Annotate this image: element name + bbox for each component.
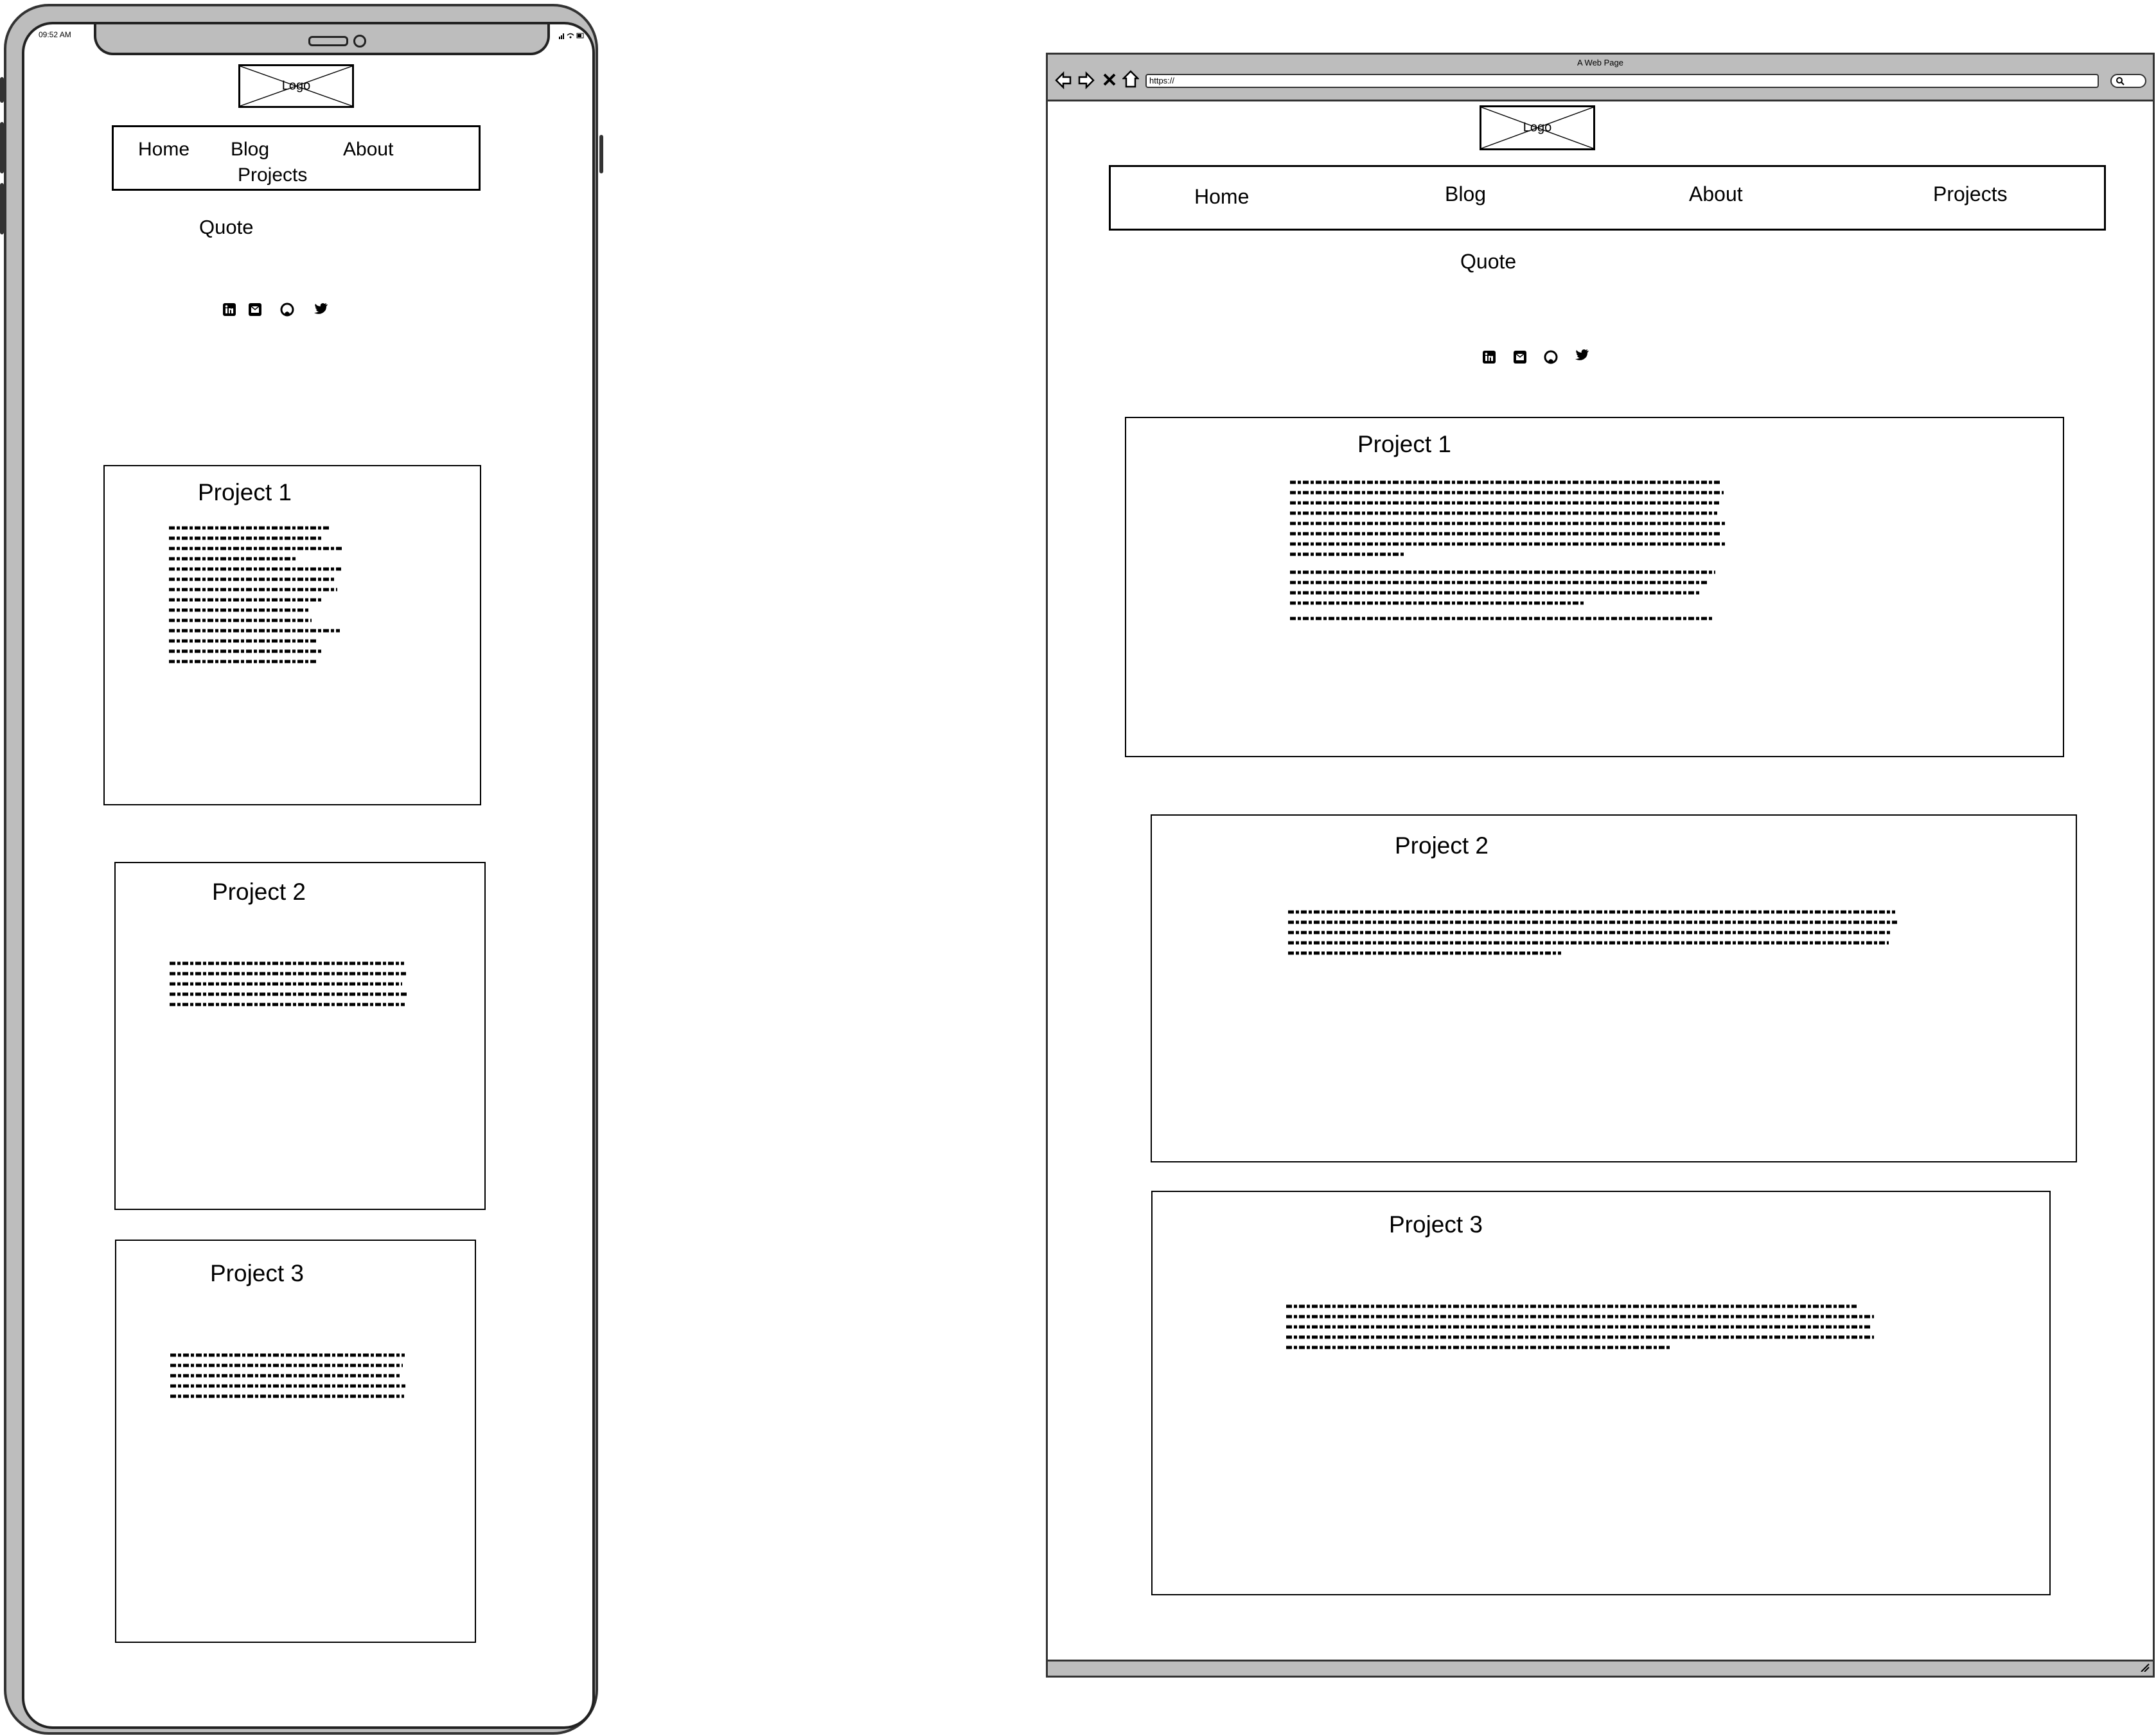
lorem-scribble xyxy=(170,1353,405,1398)
nav-about[interactable]: About xyxy=(1689,184,1743,204)
project-card-2[interactable]: Project 2 xyxy=(114,862,486,1210)
camera-dot xyxy=(353,35,366,48)
phone-volume-up xyxy=(0,122,4,173)
project-description-placeholder xyxy=(1286,1304,1890,1355)
url-text: https:// xyxy=(1149,76,1175,85)
nav-blog[interactable]: Blog xyxy=(231,140,269,159)
email-icon[interactable] xyxy=(248,302,262,320)
nav-projects[interactable]: Projects xyxy=(238,166,307,185)
project-description-placeholder xyxy=(170,1353,414,1404)
phone-volume-down xyxy=(0,183,4,234)
linkedin-icon[interactable] xyxy=(222,302,236,320)
project-title: Project 3 xyxy=(1389,1211,1483,1238)
project-title: Project 3 xyxy=(210,1260,305,1286)
project-title: Project 1 xyxy=(198,479,292,505)
browser-window: A Web Page https:// Logo Home Blog About… xyxy=(1046,53,2155,1678)
phone-screen: 09:52 AM Logo Home Blog About Projects Q… xyxy=(22,22,595,1729)
logo-placeholder[interactable]: Logo xyxy=(238,64,354,108)
lorem-scribble xyxy=(1288,910,1897,955)
forward-icon[interactable] xyxy=(1077,71,1095,92)
project-card-1[interactable]: Project 1 xyxy=(1125,417,2064,757)
search-icon xyxy=(2116,77,2125,85)
browser-statusbar xyxy=(1048,1660,2153,1676)
nav-home[interactable]: Home xyxy=(138,140,190,159)
phone-power-button xyxy=(599,135,603,173)
search-field[interactable] xyxy=(2110,74,2146,88)
status-time: 09:52 AM xyxy=(39,30,71,39)
project-card-3[interactable]: Project 3 xyxy=(1151,1191,2051,1595)
project-description-placeholder xyxy=(169,525,349,667)
twitter-icon[interactable] xyxy=(314,302,328,319)
nav-blog[interactable]: Blog xyxy=(1445,184,1486,204)
logo-placeholder[interactable]: Logo xyxy=(1480,105,1595,150)
logo-label: Logo xyxy=(1523,120,1552,135)
back-icon[interactable] xyxy=(1054,71,1072,92)
project-description-placeholder xyxy=(170,961,414,1012)
status-icons xyxy=(559,31,585,39)
phone-frame: 09:52 AM Logo Home Blog About Projects Q… xyxy=(0,4,603,1735)
lorem-scribble xyxy=(1290,480,1727,620)
lorem-scribble xyxy=(170,961,407,1006)
nav-projects[interactable]: Projects xyxy=(1933,184,2008,204)
github-icon[interactable] xyxy=(1544,350,1558,367)
speaker-grille xyxy=(308,36,348,46)
project-title: Project 2 xyxy=(1395,832,1489,859)
window-title: A Web Page xyxy=(1577,58,1624,67)
phone-nav: Home Blog About Projects xyxy=(112,125,481,191)
signal-wifi-battery-icon xyxy=(559,33,584,39)
project-title: Project 2 xyxy=(212,879,306,905)
project-description-placeholder xyxy=(1290,480,1740,621)
project-title: Project 1 xyxy=(1357,431,1452,457)
close-icon[interactable] xyxy=(1102,73,1117,90)
phone-notch xyxy=(94,24,550,55)
lorem-scribble xyxy=(1286,1304,1874,1349)
quote-text: Quote xyxy=(199,216,254,238)
linkedin-icon[interactable] xyxy=(1482,350,1496,367)
url-bar[interactable]: https:// xyxy=(1145,74,2099,88)
lorem-scribble xyxy=(169,526,342,663)
home-icon[interactable] xyxy=(1121,70,1140,91)
resize-grip-icon xyxy=(2141,1663,2150,1672)
browser-toolbar: A Web Page https:// xyxy=(1048,55,2153,101)
logo-label: Logo xyxy=(281,78,311,93)
quote-text: Quote xyxy=(1460,250,1517,273)
project-description-placeholder xyxy=(1288,909,1905,961)
nav-home[interactable]: Home xyxy=(1194,186,1249,207)
github-icon[interactable] xyxy=(280,302,294,320)
twitter-icon[interactable] xyxy=(1575,349,1589,365)
email-icon[interactable] xyxy=(1513,350,1527,367)
project-card-3[interactable]: Project 3 xyxy=(115,1240,476,1643)
phone-side-button xyxy=(0,77,4,103)
nav-about[interactable]: About xyxy=(343,140,393,159)
project-card-1[interactable]: Project 1 xyxy=(103,465,481,805)
browser-nav: Home Blog About Projects xyxy=(1109,165,2106,231)
project-card-2[interactable]: Project 2 xyxy=(1151,814,2077,1162)
